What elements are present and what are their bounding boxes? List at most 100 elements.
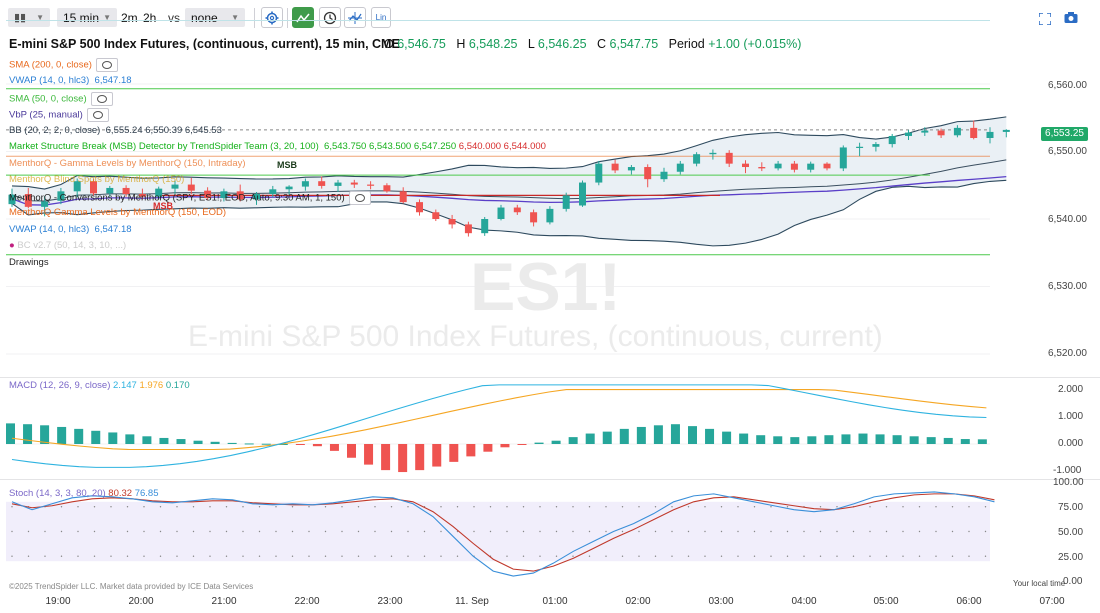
stoch-grid-dot [324,506,327,508]
indicator-blind-spots[interactable]: MenthorQ Blind Spots by MenthorQ (150) [9,174,184,185]
stoch-grid-dot [786,506,789,508]
indicator-vwap[interactable]: VWAP (14, 0, hlc3) 6,547.18 [9,75,132,86]
chart-type-dropdown[interactable]: ▮▮ ▼ [8,8,50,27]
indicator-msb[interactable]: Market Structure Break (MSB) Detector by… [9,141,546,152]
indicator-sma50[interactable]: SMA (50, 0, close) [9,92,113,106]
stoch-grid-dot [27,530,30,533]
macd-label: MACD (12, 26, 9, close) [9,380,111,391]
indicator-drawings[interactable]: Drawings [9,257,49,268]
macd-legend[interactable]: MACD (12, 26, 9, close) 2.147 1.976 0.17… [9,380,190,391]
stoch-grid-dot [654,555,657,557]
candle-body [953,127,961,136]
stoch-grid-dot [60,506,63,508]
macd-histogram-bar [74,428,84,444]
stoch-legend[interactable]: Stoch (14, 3, 3, 80, 20) 80.32 76.85 [9,488,159,499]
indicator-value: 6,547.18 [94,224,132,235]
range-2h-button[interactable]: 2h [143,8,156,27]
stoch-grid-dot [176,555,178,557]
macd-histogram-bar [977,439,987,444]
stoch-grid-dot [473,530,475,533]
candle-body [579,182,586,206]
compare-dropdown[interactable]: none ▼ [185,8,245,27]
stoch-grid-dot [77,530,79,533]
stoch-grid-dot [308,530,310,533]
stoch-grid-dot [324,530,327,533]
stoch-grid-dot [93,530,96,533]
interval-dropdown[interactable]: 15 min ▼ [57,8,117,27]
eye-icon[interactable] [95,58,118,72]
stoch-grid-dot [423,530,426,533]
macd-histogram-bar [909,436,919,444]
period-value: +1.00 (+0.015%) [708,37,802,51]
macd-histogram-bar [926,437,936,444]
indicator-bc[interactable]: ● BC v2.7 (50, 14, 3, 10, ...) [9,240,126,251]
stoch-grid-dot [440,506,442,508]
candle-body [856,146,864,148]
fullscreen-button[interactable] [1038,12,1052,26]
range-2h-label: 2h [143,10,157,25]
indicator-label: VWAP (14, 0, hlc3) [9,75,90,86]
range-2m-button[interactable]: 2m [121,8,138,27]
macd-histogram-bar [739,433,749,444]
stoch-grid-dot [836,506,838,508]
camera-button[interactable] [1064,11,1078,24]
indicator-vwap-2[interactable]: VWAP (14, 0, hlc3) 6,547.18 [9,224,132,235]
candle-body [1002,129,1010,132]
indicator-label: VbP (25, manual) [9,109,83,121]
stoch-grid-dot [209,555,211,557]
macd-signal-line [11,389,987,451]
gear-icon [265,11,279,24]
settings-button[interactable] [261,7,283,28]
stoch-grid-dot [605,530,607,533]
macd-histogram-bar [602,431,612,444]
indicator-sma200[interactable]: SMA (200, 0, close) [9,58,118,72]
macd-histogram-bar [244,443,254,445]
low-label: L [527,37,535,51]
macd-panel[interactable] [0,377,1100,477]
candle-body [937,130,945,136]
indicator-label: MenthorQ - Gamma Levels by MenthorQ (150… [9,158,246,169]
eye-icon[interactable] [86,108,109,122]
stoch-grid-dot [786,555,789,557]
stoch-grid-dot [720,506,723,508]
indicator-label: MenthorQ - Conversions by MenthorQ (SPY,… [9,192,345,204]
indicator-bb[interactable]: BB (20, 2, 2, 0, close) 6,555.24 6,550.3… [9,125,222,136]
time-axis-label: 06:00 [956,596,982,607]
eye-icon[interactable] [90,92,113,106]
eye-icon[interactable] [348,191,371,205]
macd-histogram-bar [432,444,442,467]
stoch-grid-dot [902,555,904,557]
draw-cursor-button[interactable] [292,7,314,28]
stoch-grid-dot [242,555,244,557]
macd-histogram-bar [722,431,732,444]
candle-body [546,208,554,223]
scale-button[interactable]: Lin [371,7,391,28]
stoch-grid-dot [440,555,442,557]
indicator-vbp[interactable]: VbP (25, manual) [9,108,109,122]
macd-histogram-bar [705,428,715,444]
macd-histogram-bar [142,436,152,444]
price-axis-label: 6,530.00 [1048,281,1087,292]
candle-body [758,167,766,169]
stoch-grid-dot [984,530,987,533]
stoch-grid-dot [737,555,739,557]
candle-body [644,167,652,180]
candle-body [562,195,570,209]
stoch-grid-dot [968,506,970,508]
stoch-grid-dot [935,506,937,508]
indicator-gamma-eod[interactable]: MenthorQ Gamma Levels by MenthorQ (150, … [9,207,226,218]
stoch-grid-dot [951,506,954,508]
macd-histogram-bar [449,444,459,462]
trendline-button[interactable] [344,7,366,28]
stoch-grid-dot [968,530,970,533]
stoch-panel[interactable] [0,479,1100,592]
indicator-gamma-intraday[interactable]: MenthorQ - Gamma Levels by MenthorQ (150… [9,158,246,169]
clock-button[interactable] [319,7,341,28]
period-label: Period [668,37,705,51]
stoch-grid-dot [110,506,112,508]
local-time-label: Your local time [1013,579,1066,588]
time-axis-label: 03:00 [708,596,734,607]
bc-dot-icon: ● [9,240,15,251]
indicator-conversions[interactable]: MenthorQ - Conversions by MenthorQ (SPY,… [9,191,371,205]
stoch-grid-dot [423,555,426,557]
